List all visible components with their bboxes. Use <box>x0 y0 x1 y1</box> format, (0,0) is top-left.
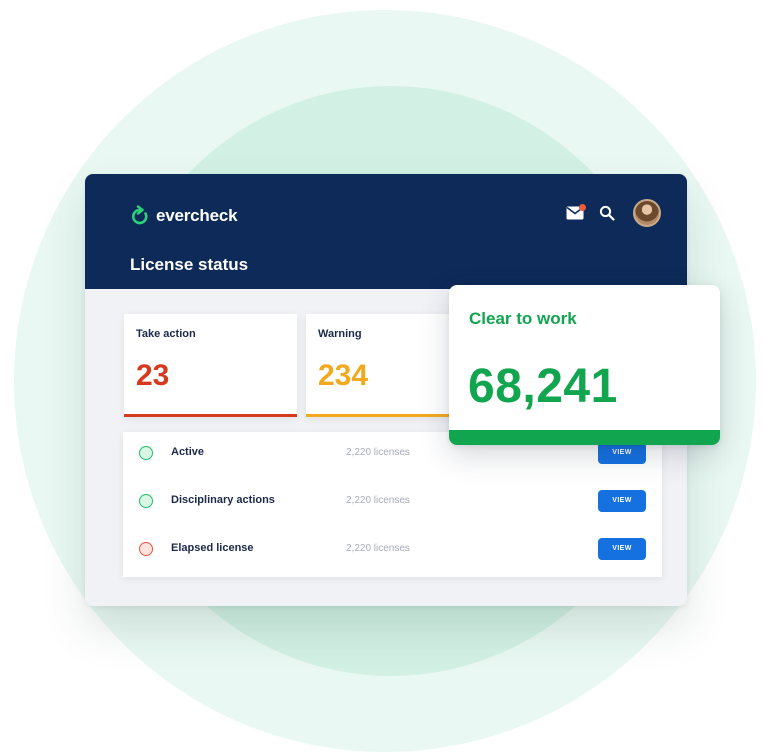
license-label: Active <box>171 446 205 458</box>
view-button[interactable]: VIEW <box>598 538 646 560</box>
list-item: Disciplinary actions 2,220 licenses VIEW <box>123 480 662 528</box>
license-label: Elapsed license <box>171 542 254 554</box>
list-item: Elapsed license 2,220 licenses VIEW <box>123 528 662 576</box>
evercheck-logo-icon <box>131 205 148 225</box>
view-button[interactable]: VIEW <box>598 442 646 464</box>
clear-to-work-bar <box>449 430 720 445</box>
license-label: Disciplinary actions <box>171 494 275 506</box>
logo[interactable]: evercheck <box>130 205 238 227</box>
license-count: 2,220 licenses <box>346 447 410 458</box>
take-action-value: 23 <box>136 359 170 392</box>
warning-value: 234 <box>318 359 369 392</box>
page-title: License status <box>130 255 249 274</box>
app-header: evercheck License status <box>85 174 687 289</box>
notification-dot <box>579 204 586 211</box>
status-circle-icon <box>139 494 153 508</box>
license-count: 2,220 licenses <box>346 495 410 506</box>
clear-to-work-card[interactable]: Clear to work 68,241 <box>449 285 720 445</box>
license-list: Active 2,220 licenses VIEW Disciplinary … <box>123 432 662 577</box>
clear-to-work-value: 68,241 <box>468 360 618 413</box>
take-action-label: Take action <box>136 328 196 340</box>
search-icon[interactable] <box>599 205 615 221</box>
take-action-card[interactable]: Take action 23 <box>124 314 297 417</box>
status-circle-icon <box>139 446 153 460</box>
view-button[interactable]: VIEW <box>598 490 646 512</box>
status-circle-icon <box>139 542 153 556</box>
user-avatar[interactable] <box>633 199 661 227</box>
take-action-bar <box>124 414 297 417</box>
clear-to-work-label: Clear to work <box>469 309 577 328</box>
logo-text: evercheck <box>156 206 238 225</box>
license-count: 2,220 licenses <box>346 543 410 554</box>
warning-label: Warning <box>318 328 362 340</box>
